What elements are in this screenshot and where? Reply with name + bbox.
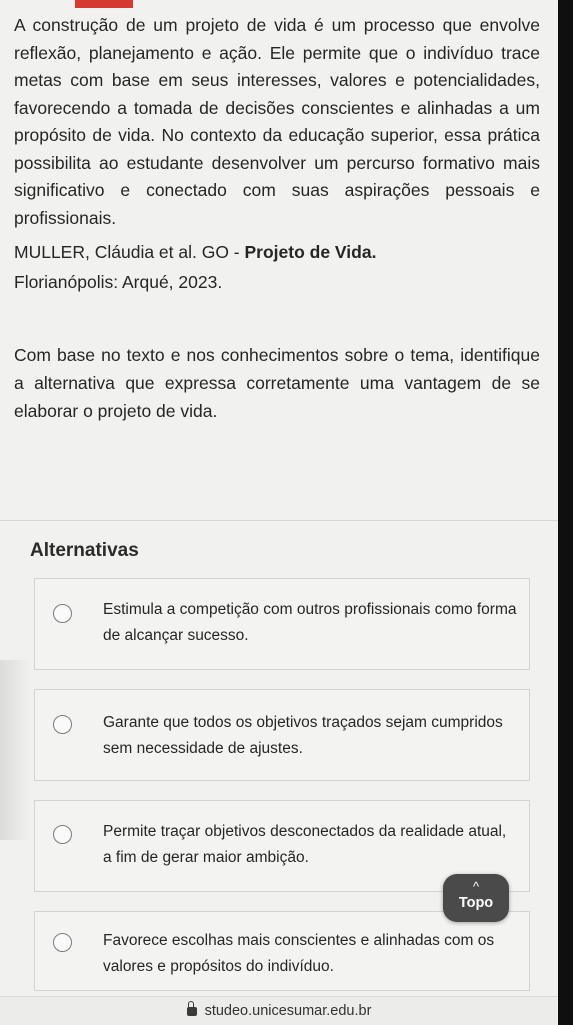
url-text: studeo.unicesumar.edu.br	[204, 1003, 372, 1019]
back-to-top-button[interactable]: ^ Topo	[443, 874, 509, 922]
back-to-top-label: Topo	[458, 895, 494, 911]
device-bezel	[558, 0, 573, 1025]
lock-icon	[186, 1001, 197, 1016]
alternatives-heading: Alternativas	[30, 540, 139, 561]
page-curl-shadow	[0, 660, 30, 840]
question-text: Com base no texto e nos conhecimentos so…	[14, 345, 540, 421]
radio-button[interactable]	[53, 604, 72, 623]
citation-publisher: Florianópolis: Arqué, 2023.	[14, 272, 223, 292]
alternative-text: Estimula a competição com outros profiss…	[103, 601, 517, 644]
screen: A construção de um projeto de vida é um …	[0, 0, 558, 1025]
alternative-text: Permite traçar objetivos desconectados d…	[103, 823, 507, 866]
radio-button[interactable]	[53, 825, 72, 844]
chevron-up-icon: ^	[472, 879, 480, 894]
radio-button[interactable]	[53, 715, 72, 734]
divider	[0, 520, 558, 521]
accent-tab	[75, 0, 133, 8]
citation-authors: MULLER, Cláudia et al. GO -	[14, 242, 245, 262]
citation-title: Projeto de Vida.	[244, 242, 377, 262]
citation: MULLER, Cláudia et al. GO - Projeto de V…	[14, 237, 540, 297]
alternative-text: Favorece escolhas mais conscientes e ali…	[103, 932, 495, 975]
alternative-option-a[interactable]: Estimula a competição com outros profiss…	[34, 578, 530, 670]
question-content: A construção de um projeto de vida é um …	[14, 12, 540, 425]
passage-text: A construção de um projeto de vida é um …	[14, 15, 540, 228]
alternative-text: Garante que todos os objetivos traçados …	[103, 714, 503, 757]
alternative-option-d[interactable]: Favorece escolhas mais conscientes e ali…	[34, 911, 530, 991]
radio-button[interactable]	[53, 933, 72, 952]
browser-address-bar[interactable]: studeo.unicesumar.edu.br	[0, 996, 558, 1025]
alternative-option-b[interactable]: Garante que todos os objetivos traçados …	[34, 689, 530, 781]
